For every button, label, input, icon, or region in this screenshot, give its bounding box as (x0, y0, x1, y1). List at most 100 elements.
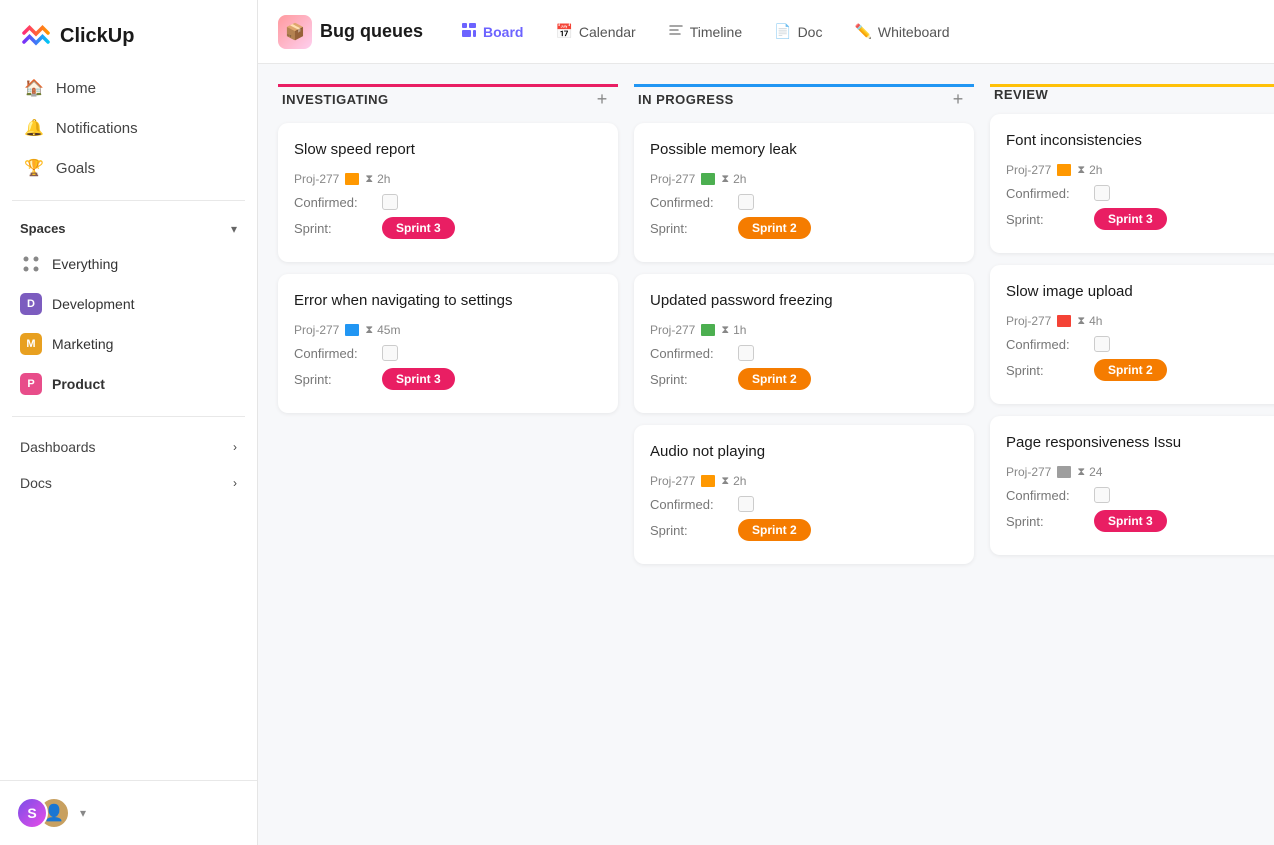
sprint-badge[interactable]: Sprint 3 (382, 368, 455, 390)
development-avatar: D (20, 293, 42, 315)
tab-whiteboard[interactable]: ✏️ Whiteboard (840, 15, 963, 48)
confirmed-checkbox[interactable] (1094, 185, 1110, 201)
sidebar-item-home[interactable]: 🏠 Home (12, 68, 245, 108)
marketing-label: Marketing (52, 336, 113, 352)
spaces-header[interactable]: Spaces ▾ (0, 213, 257, 244)
card-page-responsiveness[interactable]: Page responsiveness Issu Proj-277 ⧗ 24 C… (990, 416, 1274, 555)
time-estimate: ⧗ 2h (365, 172, 390, 186)
card-meta: Proj-277 ⧗ 2h (650, 474, 958, 488)
sidebar-item-docs[interactable]: Docs › (0, 465, 257, 501)
tab-doc[interactable]: 📄 Doc (760, 15, 836, 48)
user-area[interactable]: S 👤 ▾ (0, 780, 257, 845)
sidebar-item-goals[interactable]: 🏆 Goals (12, 148, 245, 188)
card-proj: Proj-277 (1006, 163, 1051, 177)
time-estimate: ⧗ 2h (721, 474, 746, 488)
column-review: REVIEW Font inconsistencies Proj-277 ⧗ 2… (990, 84, 1274, 825)
everything-label: Everything (52, 256, 118, 272)
timeline-tab-icon (668, 22, 684, 41)
column-header-investigating: INVESTIGATING + (278, 84, 618, 123)
card-font-inconsistencies[interactable]: Font inconsistencies Proj-277 ⧗ 2h Confi… (990, 114, 1274, 253)
card-password-freezing[interactable]: Updated password freezing Proj-277 ⧗ 1h … (634, 274, 974, 413)
confirmed-checkbox[interactable] (1094, 336, 1110, 352)
card-title: Slow image upload (1006, 281, 1274, 302)
hourglass-icon: ⧗ (365, 173, 373, 186)
card-title: Page responsiveness Issu (1006, 432, 1274, 453)
sprint-badge[interactable]: Sprint 3 (1094, 208, 1167, 230)
sidebar-item-marketing[interactable]: M Marketing (8, 324, 249, 364)
hourglass-icon: ⧗ (1077, 164, 1085, 177)
sprint-label: Sprint: (1006, 514, 1086, 529)
dropdown-icon: ▾ (80, 806, 86, 820)
confirmed-field: Confirmed: (1006, 336, 1274, 352)
confirmed-checkbox[interactable] (1094, 487, 1110, 503)
confirmed-checkbox[interactable] (382, 194, 398, 210)
confirmed-label: Confirmed: (650, 195, 730, 210)
confirmed-field: Confirmed: (294, 194, 602, 210)
card-slow-speed-report[interactable]: Slow speed report Proj-277 ⧗ 2h Confirme… (278, 123, 618, 262)
sprint-label: Sprint: (294, 221, 374, 236)
time-estimate: ⧗ 2h (721, 172, 746, 186)
sprint-badge[interactable]: Sprint 2 (1094, 359, 1167, 381)
card-error-navigating[interactable]: Error when navigating to settings Proj-2… (278, 274, 618, 413)
card-memory-leak[interactable]: Possible memory leak Proj-277 ⧗ 2h Confi… (634, 123, 974, 262)
column-title-review: REVIEW (994, 87, 1048, 102)
sidebar-item-development[interactable]: D Development (8, 284, 249, 324)
confirmed-label: Confirmed: (1006, 186, 1086, 201)
sprint-badge[interactable]: Sprint 2 (738, 519, 811, 541)
board-area: INVESTIGATING + Slow speed report Proj-2… (258, 64, 1274, 845)
time-value: 1h (733, 323, 746, 337)
sprint-badge[interactable]: Sprint 2 (738, 368, 811, 390)
sprint-badge[interactable]: Sprint 3 (382, 217, 455, 239)
confirmed-checkbox[interactable] (738, 194, 754, 210)
sidebar-item-everything[interactable]: Everything (8, 244, 249, 284)
sidebar-item-notifications[interactable]: 🔔 Notifications (12, 108, 245, 148)
hourglass-icon: ⧗ (1077, 466, 1085, 479)
confirmed-checkbox[interactable] (738, 496, 754, 512)
confirmed-label: Confirmed: (650, 497, 730, 512)
card-proj: Proj-277 (1006, 314, 1051, 328)
bell-icon: 🔔 (24, 118, 44, 138)
flag-icon (345, 173, 359, 185)
card-meta: Proj-277 ⧗ 4h (1006, 314, 1274, 328)
card-slow-image-upload[interactable]: Slow image upload Proj-277 ⧗ 4h Confirme… (990, 265, 1274, 404)
card-meta: Proj-277 ⧗ 1h (650, 323, 958, 337)
flag-icon (1057, 466, 1071, 478)
confirmed-label: Confirmed: (294, 195, 374, 210)
time-value: 45m (377, 323, 400, 337)
confirmed-checkbox[interactable] (738, 345, 754, 361)
goals-icon: 🏆 (24, 158, 44, 178)
sprint-field: Sprint: Sprint 2 (650, 519, 958, 541)
confirmed-label: Confirmed: (650, 346, 730, 361)
time-value: 4h (1089, 314, 1102, 328)
sprint-label: Sprint: (650, 221, 730, 236)
page-icon: 📦 (278, 15, 312, 49)
hourglass-icon: ⧗ (1077, 315, 1085, 328)
hourglass-icon: ⧗ (721, 324, 729, 337)
docs-label: Docs (20, 475, 52, 491)
tab-timeline[interactable]: Timeline (654, 14, 756, 49)
sidebar-item-product[interactable]: P Product (8, 364, 249, 404)
card-proj: Proj-277 (650, 474, 695, 488)
docs-chevron-icon: › (233, 476, 237, 490)
logo-area[interactable]: ClickUp (0, 0, 257, 68)
sprint-badge[interactable]: Sprint 3 (1094, 510, 1167, 532)
card-meta: Proj-277 ⧗ 2h (650, 172, 958, 186)
card-proj: Proj-277 (294, 172, 339, 186)
card-audio-not-playing[interactable]: Audio not playing Proj-277 ⧗ 2h Confirme… (634, 425, 974, 564)
sidebar: ClickUp 🏠 Home 🔔 Notifications 🏆 Goals S… (0, 0, 258, 845)
doc-tab-icon: 📄 (774, 23, 791, 40)
tab-board[interactable]: Board (447, 14, 537, 49)
add-card-investigating-button[interactable]: + (590, 87, 614, 111)
confirmed-checkbox[interactable] (382, 345, 398, 361)
sprint-badge[interactable]: Sprint 2 (738, 217, 811, 239)
add-card-in-progress-button[interactable]: + (946, 87, 970, 111)
sidebar-item-dashboards[interactable]: Dashboards › (0, 429, 257, 465)
time-estimate: ⧗ 2h (1077, 163, 1102, 177)
card-proj: Proj-277 (294, 323, 339, 337)
tab-timeline-label: Timeline (690, 24, 742, 40)
tab-calendar[interactable]: 📅 Calendar (541, 15, 649, 48)
confirmed-field: Confirmed: (294, 345, 602, 361)
confirmed-label: Confirmed: (1006, 337, 1086, 352)
sprint-field: Sprint: Sprint 3 (294, 217, 602, 239)
flag-icon (701, 475, 715, 487)
